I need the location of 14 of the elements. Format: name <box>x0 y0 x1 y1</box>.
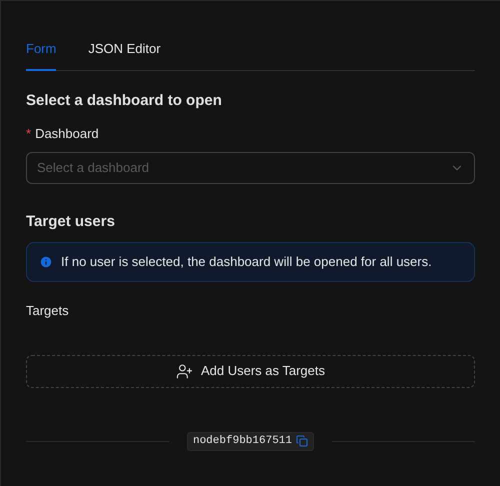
add-users-button[interactable]: Add Users as Targets <box>26 354 475 388</box>
section-title: Select a dashboard to open <box>26 90 223 110</box>
tab[interactable]: Form <box>26 39 56 70</box>
info-icon <box>39 255 53 269</box>
user-plus-icon <box>176 362 193 380</box>
alert-text: If no user is selected, the dashboard will be opened for all users. <box>61 253 432 272</box>
field-label: Dashboard <box>35 125 99 143</box>
node-id: nodebf9bb167511 <box>192 434 292 449</box>
copy-icon[interactable] <box>296 435 308 447</box>
section-title: Target users <box>26 212 116 232</box>
select-placeholder: Select a dashboard <box>37 158 150 177</box>
required-mark: * <box>26 125 32 143</box>
tab[interactable]: JSON Editor <box>88 39 161 70</box>
targets-label: Targets <box>26 302 70 320</box>
